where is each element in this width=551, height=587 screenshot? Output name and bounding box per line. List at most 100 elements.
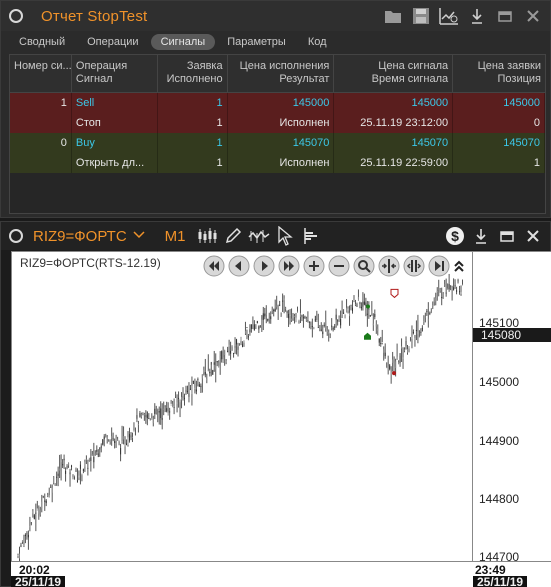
- symbol-selector[interactable]: RIZ9=ФОРТС: [33, 228, 127, 245]
- candle-body: [120, 448, 122, 455]
- minimize-icon[interactable]: [496, 225, 518, 247]
- candle-body: [212, 370, 214, 375]
- candle-body: [357, 296, 359, 301]
- column-header-signal-price[interactable]: Цена сигнала Время сигнала: [334, 55, 454, 92]
- candle-body: [154, 408, 156, 414]
- candle-body: [420, 331, 422, 334]
- tab-signals[interactable]: Сигналы: [150, 34, 216, 50]
- candle-body: [127, 437, 129, 445]
- candle-body: [320, 329, 322, 331]
- sell-signal-marker[interactable]: [390, 288, 399, 299]
- candle-body: [191, 385, 193, 395]
- shrink-icon[interactable]: [377, 255, 400, 277]
- candle-body: [459, 291, 461, 293]
- buy-signal-marker[interactable]: [364, 332, 371, 340]
- table-row[interactable]: 1 Sell 1 145000 145000 145000: [10, 93, 545, 113]
- tab-operations[interactable]: Операции: [77, 34, 148, 50]
- prev-icon[interactable]: [227, 255, 250, 277]
- candle-body: [384, 352, 386, 357]
- save-icon[interactable]: [410, 5, 432, 27]
- candle-body: [106, 436, 108, 439]
- candle-body: [264, 313, 266, 317]
- column-header-order-price[interactable]: Цена заявки Позиция: [453, 55, 545, 92]
- download-icon[interactable]: [470, 225, 492, 247]
- candle-body: [296, 311, 298, 313]
- candle-body: [344, 314, 346, 319]
- column-header-exec-price[interactable]: Цена исполнения Результат: [228, 55, 335, 92]
- candle-body: [255, 324, 257, 326]
- indicators-icon[interactable]: [247, 225, 270, 247]
- price-axis[interactable]: 145100 145080 145000 144900 144800 14470…: [473, 251, 551, 564]
- current-price-label: 145080: [473, 328, 551, 342]
- expand-icon[interactable]: [402, 255, 425, 277]
- column-header-signal-number[interactable]: Номер си...: [10, 55, 72, 92]
- window-menu-icon[interactable]: [9, 229, 23, 243]
- price-chart[interactable]: RIZ9=ФОРТС(RTS-12.19): [11, 251, 473, 562]
- end-icon[interactable]: [427, 255, 450, 277]
- tab-parameters[interactable]: Параметры: [217, 34, 296, 50]
- candle-body: [45, 500, 47, 503]
- window-menu-icon[interactable]: [9, 9, 23, 23]
- close-icon[interactable]: [522, 225, 544, 247]
- candle-body: [109, 439, 111, 442]
- candle-body: [234, 346, 236, 348]
- candles-icon[interactable]: [196, 225, 218, 247]
- candle-body: [259, 326, 261, 328]
- candle-body: [316, 320, 318, 322]
- chevron-down-icon[interactable]: [133, 230, 145, 242]
- candle-body: [158, 410, 160, 413]
- candle-body: [222, 357, 224, 364]
- chart-settings-icon[interactable]: [438, 5, 460, 27]
- candle-body: [427, 319, 429, 321]
- chart-titlebar[interactable]: RIZ9=ФОРТС M1 $: [1, 222, 550, 250]
- tab-summary[interactable]: Сводный: [9, 34, 75, 50]
- candle-body: [203, 369, 205, 373]
- candle-body: [349, 312, 351, 317]
- candle-body: [167, 411, 169, 416]
- candle-body: [365, 302, 367, 307]
- folder-icon[interactable]: [382, 5, 404, 27]
- candle-body: [291, 318, 293, 321]
- last-icon[interactable]: [277, 255, 300, 277]
- minimize-icon[interactable]: [494, 5, 516, 27]
- candle-body: [146, 411, 148, 419]
- download-icon[interactable]: [466, 5, 488, 27]
- candle-body: [335, 314, 337, 320]
- candle-body: [298, 319, 300, 321]
- candle-body: [236, 338, 238, 345]
- candle-body: [279, 304, 281, 306]
- column-header-order[interactable]: Заявка Исполнено: [158, 55, 228, 92]
- candle-body: [160, 408, 162, 419]
- zoom-in-icon[interactable]: [302, 255, 325, 277]
- table-row[interactable]: 0 Buy 1 145070 145070 145070: [10, 133, 545, 153]
- candle-body: [258, 325, 260, 330]
- candle-body: [221, 350, 223, 360]
- candle-body: [111, 436, 113, 439]
- candle-body: [231, 345, 233, 347]
- zoom-fit-icon[interactable]: [352, 255, 375, 277]
- tab-code[interactable]: Код: [298, 34, 337, 50]
- pencil-icon[interactable]: [222, 225, 244, 247]
- candle-body: [392, 359, 394, 363]
- table-row[interactable]: Открыть дл... 1 Исполнен 25.11.19 22:59:…: [10, 153, 545, 173]
- candle-body: [216, 360, 218, 363]
- time-axis[interactable]: 20:02 25/11/19: [11, 562, 473, 587]
- candle-body: [438, 288, 440, 290]
- candle-body: [460, 291, 462, 295]
- cursor-icon[interactable]: [274, 225, 296, 247]
- depth-icon[interactable]: [300, 225, 322, 247]
- dollar-icon[interactable]: $: [444, 225, 466, 247]
- column-header-operation[interactable]: Операция Сигнал: [72, 55, 158, 92]
- first-icon[interactable]: [202, 255, 225, 277]
- candle-body: [453, 287, 455, 291]
- play-icon[interactable]: [252, 255, 275, 277]
- candle-body: [131, 436, 133, 438]
- y-tick-label: 144800: [479, 492, 520, 506]
- report-titlebar[interactable]: Отчет StopTest: [1, 1, 550, 31]
- zoom-out-icon[interactable]: [327, 255, 350, 277]
- close-icon[interactable]: [522, 5, 544, 27]
- timeframe-selector[interactable]: M1: [165, 228, 186, 245]
- collapse-icon[interactable]: [452, 255, 466, 277]
- candle-body: [182, 396, 184, 398]
- table-row[interactable]: Стоп 1 Исполнен 25.11.19 23:12:00 0: [10, 113, 545, 133]
